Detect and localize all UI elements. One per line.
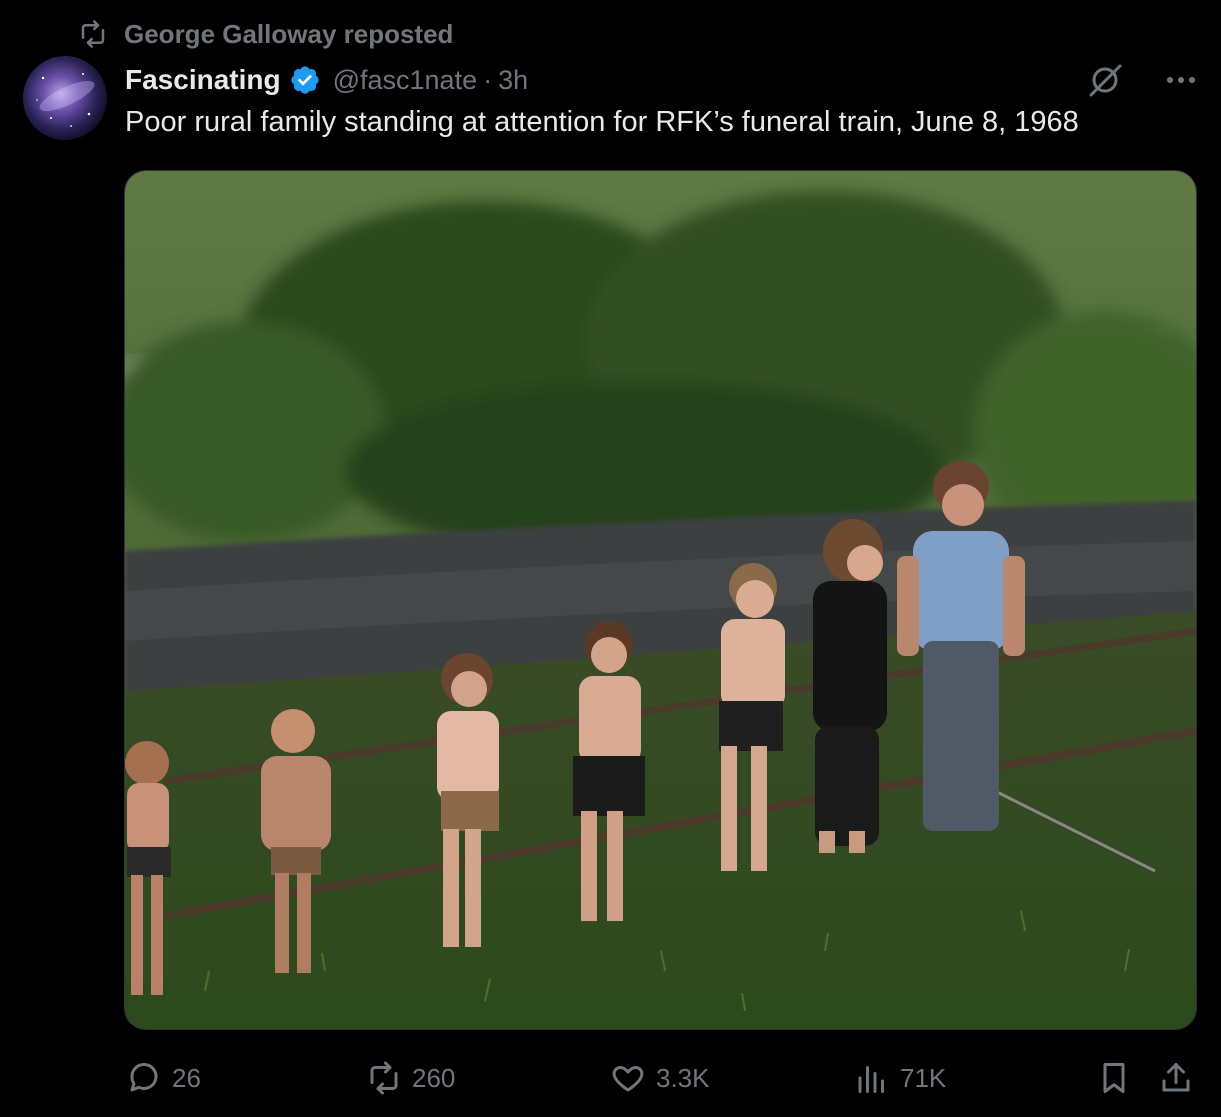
repost-icon — [81, 20, 105, 48]
reply-count: 26 — [172, 1062, 201, 1093]
verified-badge-icon[interactable] — [289, 64, 321, 96]
repost-icon — [370, 1061, 398, 1095]
avatar[interactable] — [23, 56, 107, 140]
handle[interactable]: @fasc1nate — [333, 65, 478, 96]
repost-indicator[interactable]: George Galloway reposted — [76, 18, 453, 50]
share-icon — [1162, 1063, 1190, 1092]
repost-count: 260 — [412, 1062, 456, 1093]
analytics-icon — [858, 1066, 884, 1093]
share-button[interactable] — [1158, 1056, 1194, 1100]
tweet-header: Fascinating @fasc1nate · 3h — [125, 60, 1201, 100]
like-button[interactable]: 3.3K — [610, 1056, 710, 1100]
repost-text[interactable]: George Galloway reposted — [124, 19, 453, 50]
bookmark-icon — [1103, 1063, 1125, 1093]
display-name[interactable]: Fascinating — [125, 64, 281, 96]
action-bar: 26 260 3.3K 71K — [0, 1056, 1221, 1100]
photo-image — [125, 171, 1196, 1029]
reply-button[interactable]: 26 — [126, 1056, 201, 1100]
views-count: 71K — [900, 1062, 947, 1093]
avatar-image — [23, 56, 107, 140]
grok-icon[interactable] — [1085, 60, 1125, 100]
like-count: 3.3K — [656, 1062, 710, 1093]
more-options-icon[interactable] — [1161, 60, 1201, 100]
timestamp[interactable]: 3h — [498, 65, 528, 96]
bookmark-button[interactable] — [1096, 1056, 1132, 1100]
repost-button[interactable]: 260 — [366, 1056, 455, 1100]
reply-icon — [130, 1063, 158, 1092]
separator-dot: · — [483, 64, 493, 95]
tweet-text: Poor rural family standing at attention … — [125, 106, 1079, 138]
views-button[interactable]: 71K — [854, 1056, 946, 1100]
tweet-photo[interactable] — [124, 170, 1197, 1030]
heart-icon — [612, 1066, 644, 1092]
